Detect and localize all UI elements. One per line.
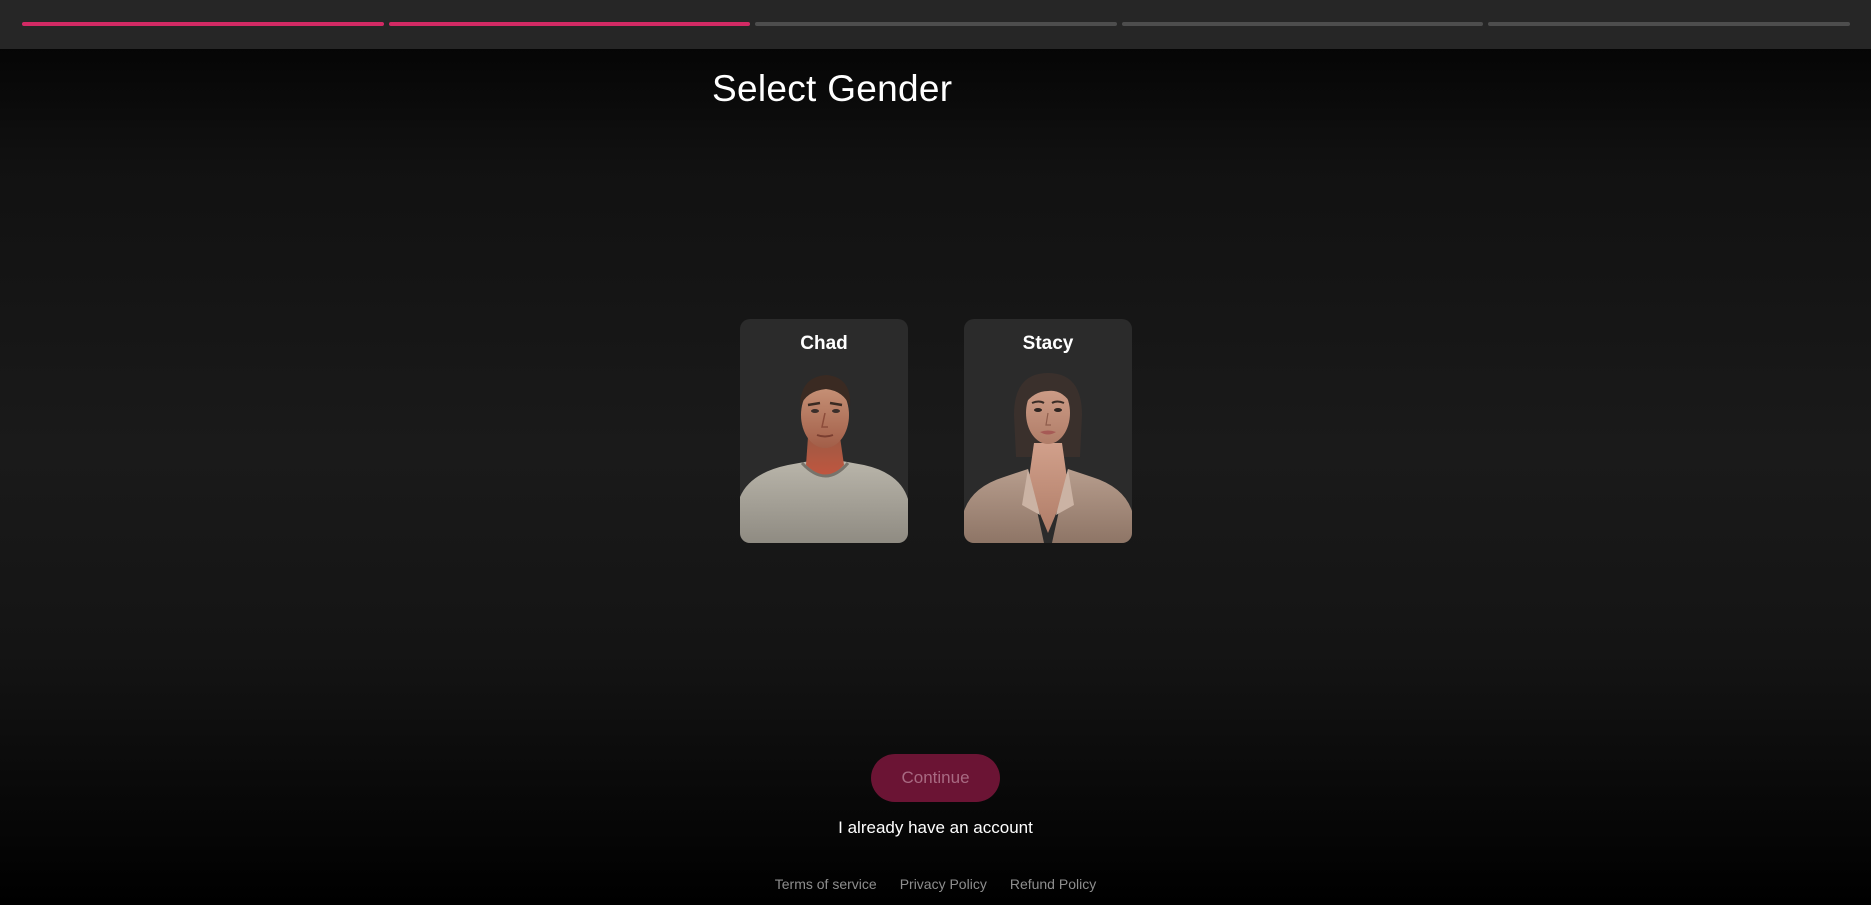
progress-step-1 <box>22 22 384 26</box>
female-portrait-image <box>964 365 1132 543</box>
male-portrait-image <box>740 365 908 543</box>
progress-header <box>0 0 1871 49</box>
progress-bar <box>22 22 1850 26</box>
progress-step-3 <box>755 22 1117 26</box>
gender-option-female[interactable]: Stacy <box>964 319 1132 543</box>
continue-button[interactable]: Continue <box>871 754 1000 802</box>
option-label: Stacy <box>1022 333 1074 354</box>
option-label: Chad <box>800 333 848 354</box>
progress-step-2 <box>388 22 751 26</box>
footer: Terms of service Privacy Policy Refund P… <box>0 876 1871 892</box>
page-title: Select Gender <box>712 68 953 109</box>
gender-option-male[interactable]: Chad <box>740 319 908 543</box>
privacy-policy-link[interactable]: Privacy Policy <box>900 876 987 892</box>
terms-of-service-link[interactable]: Terms of service <box>775 876 877 892</box>
refund-policy-link[interactable]: Refund Policy <box>1010 876 1096 892</box>
login-link[interactable]: I already have an account <box>0 818 1871 838</box>
progress-step-4 <box>1121 22 1484 26</box>
progress-step-5 <box>1488 22 1850 26</box>
